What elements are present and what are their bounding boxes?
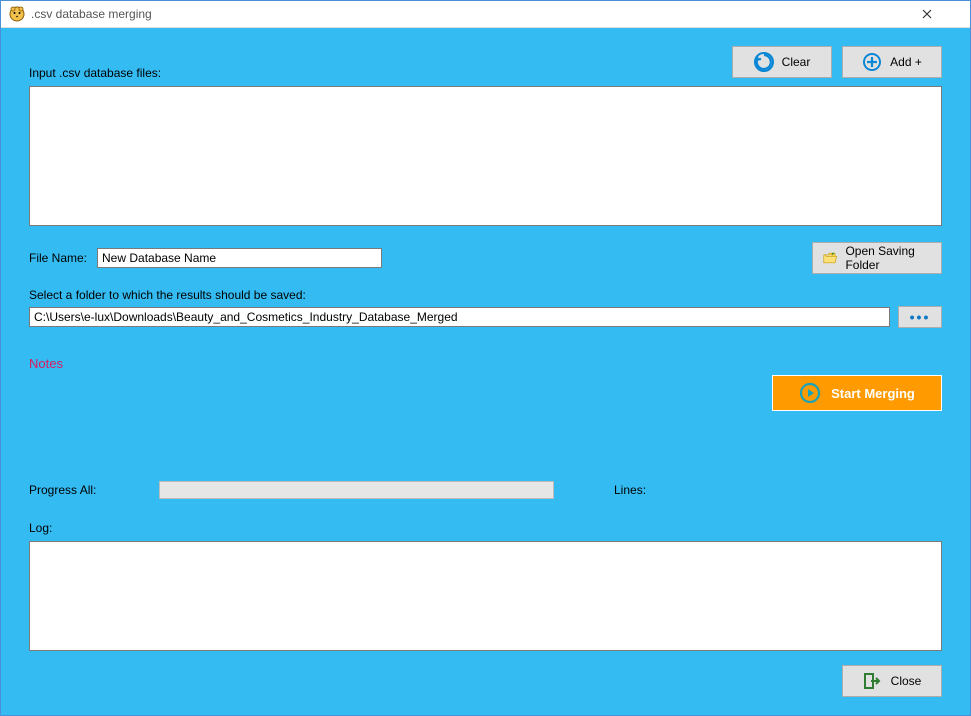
file-name-label: File Name: bbox=[29, 251, 87, 265]
add-button-label: Add + bbox=[890, 55, 922, 69]
progress-all-label: Progress All: bbox=[29, 483, 119, 497]
add-button[interactable]: Add + bbox=[842, 46, 942, 78]
window: .csv database merging Input .csv databas… bbox=[0, 0, 971, 716]
lines-label: Lines: bbox=[614, 483, 646, 497]
file-name-input[interactable] bbox=[97, 248, 382, 268]
window-title: .csv database merging bbox=[31, 7, 922, 21]
log-label: Log: bbox=[29, 521, 942, 535]
folder-select-label: Select a folder to which the results sho… bbox=[29, 288, 942, 302]
progress-bar bbox=[159, 481, 554, 499]
open-saving-folder-label: Open Saving Folder bbox=[845, 244, 931, 272]
exit-icon bbox=[863, 672, 881, 690]
folder-path-input[interactable] bbox=[29, 307, 890, 327]
dialog-body: Input .csv database files: Clear Add bbox=[1, 28, 970, 715]
window-close-button[interactable] bbox=[922, 9, 962, 19]
app-icon bbox=[9, 6, 25, 22]
close-button-label: Close bbox=[891, 674, 922, 688]
titlebar: .csv database merging bbox=[1, 1, 970, 28]
plus-circle-icon bbox=[862, 52, 882, 72]
log-output[interactable] bbox=[29, 541, 942, 651]
play-circle-icon bbox=[799, 382, 821, 404]
clear-button[interactable]: Clear bbox=[732, 46, 832, 78]
notes-label: Notes bbox=[29, 356, 942, 371]
start-merging-label: Start Merging bbox=[831, 386, 915, 401]
clear-button-label: Clear bbox=[782, 55, 811, 69]
open-saving-folder-button[interactable]: Open Saving Folder bbox=[812, 242, 942, 274]
close-icon bbox=[922, 9, 932, 19]
start-merging-button[interactable]: Start Merging bbox=[772, 375, 942, 411]
ellipsis-icon: ••• bbox=[910, 309, 931, 325]
close-button[interactable]: Close bbox=[842, 665, 942, 697]
browse-folder-button[interactable]: ••• bbox=[898, 306, 942, 328]
input-files-label: Input .csv database files: bbox=[29, 66, 161, 80]
input-files-list[interactable] bbox=[29, 86, 942, 226]
folder-open-icon bbox=[823, 250, 837, 266]
undo-icon bbox=[754, 52, 774, 72]
